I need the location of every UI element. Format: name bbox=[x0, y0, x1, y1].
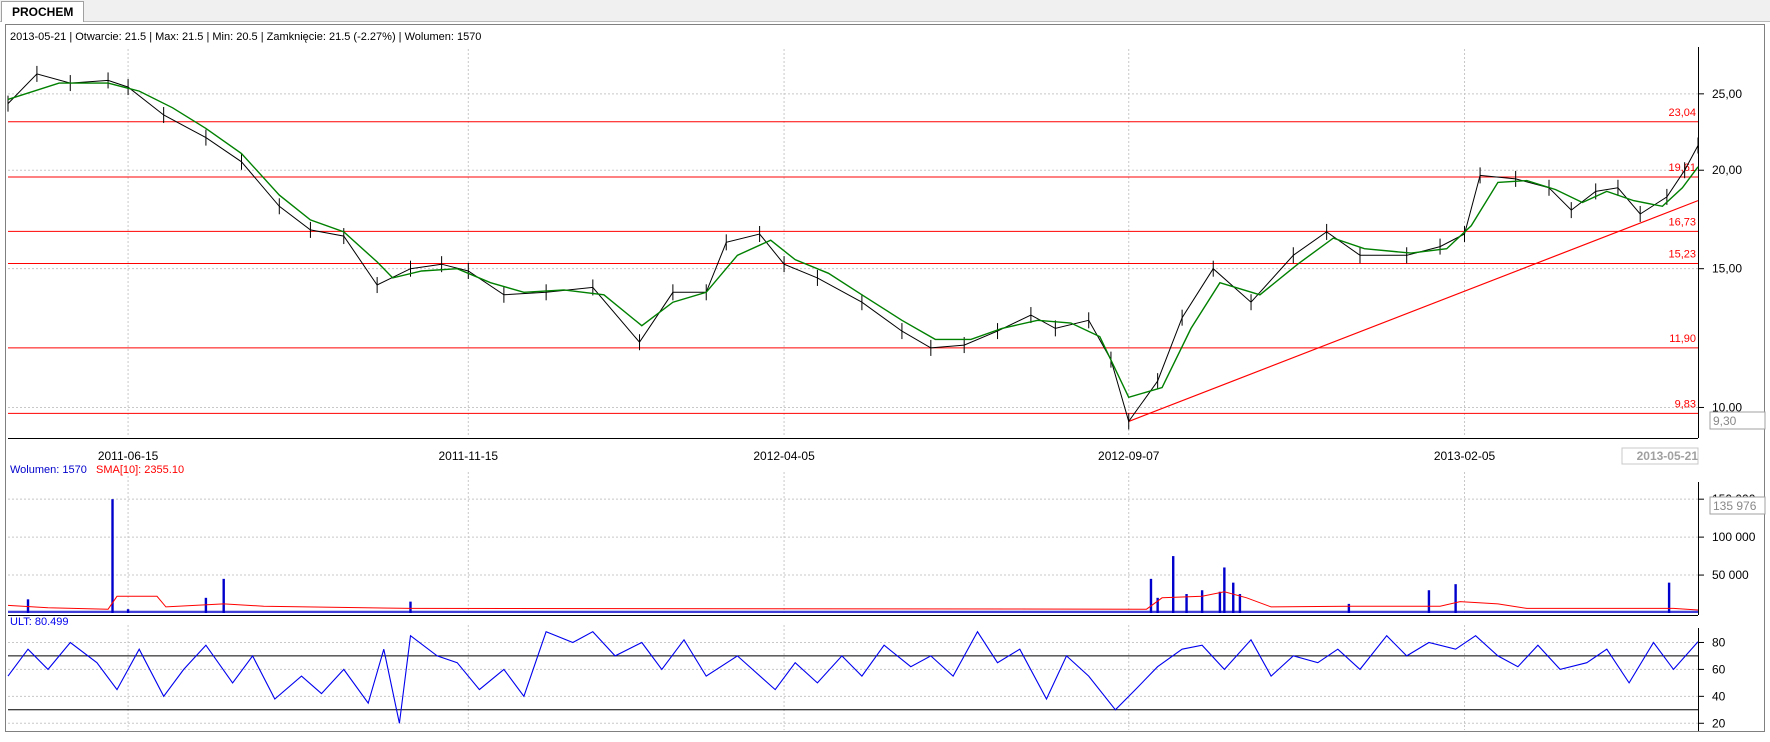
x-last-date-label: 2013-05-21 bbox=[1637, 449, 1699, 463]
chart-frame bbox=[5, 24, 1765, 732]
price-level-label: 11,90 bbox=[1669, 333, 1696, 345]
volume-bar bbox=[1172, 556, 1175, 613]
x-tick-label: 2012-09-07 bbox=[1098, 449, 1160, 463]
ult-label: ULT: 80.499 bbox=[10, 616, 69, 628]
price-level-label: 15,23 bbox=[1668, 248, 1696, 260]
volume-bar bbox=[1200, 590, 1204, 613]
volume-sma-line bbox=[7, 591, 1699, 611]
volume-baseline-band bbox=[8, 610, 1698, 613]
price-level-label: 23,04 bbox=[1668, 107, 1696, 119]
volume-bar bbox=[409, 601, 412, 613]
info-line: 2013-05-21 | Otwarcie: 21.5 | Max: 21.5 … bbox=[10, 31, 481, 43]
ult-y-tick-label: 20 bbox=[1712, 716, 1726, 730]
x-tick-label: 2013-02-05 bbox=[1434, 449, 1496, 463]
price-level-label: 9,83 bbox=[1675, 398, 1696, 410]
volume-bar bbox=[204, 597, 208, 613]
x-tick-label: 2011-11-15 bbox=[438, 449, 498, 463]
volume-y-tick-label: 50 000 bbox=[1712, 568, 1749, 582]
price-level-label: 16,73 bbox=[1668, 216, 1696, 228]
price-y-tick-label: 20,00 bbox=[1712, 163, 1742, 177]
volume-series bbox=[7, 499, 1699, 613]
price-last-value-label: 9,30 bbox=[1713, 414, 1737, 428]
stock-chart-svg: 23,04 19,61 16,73 15,23 11,90 9,83 2011-06-15… bbox=[5, 24, 1766, 732]
volume-bar bbox=[1454, 584, 1457, 613]
y-gridlines bbox=[8, 93, 1698, 724]
volume-bar bbox=[1149, 578, 1153, 613]
volume-bar bbox=[222, 578, 225, 613]
volume-bar bbox=[126, 609, 130, 613]
price-levels: 23,04 19,61 16,73 15,23 11,90 9,83 bbox=[8, 107, 1698, 414]
price-series bbox=[7, 65, 1699, 430]
trendline bbox=[1128, 200, 1699, 422]
ult-y-tick-label: 60 bbox=[1712, 662, 1726, 676]
price-trendline bbox=[1128, 200, 1699, 422]
volume-sma-label: SMA[10]: 2355.10 bbox=[96, 464, 184, 476]
x-tick-label: 2012-04-05 bbox=[753, 449, 815, 463]
ult-y-tick-label: 80 bbox=[1712, 635, 1726, 649]
x-gridlines bbox=[127, 49, 1466, 730]
price-y-tick-label: 15,00 bbox=[1712, 262, 1742, 276]
volume-bar bbox=[1223, 567, 1226, 613]
ult-y-tick-label: 40 bbox=[1712, 689, 1726, 703]
price-y-tick-label: 25,00 bbox=[1712, 87, 1742, 101]
chart-area: 23,04 19,61 16,73 15,23 11,90 9,83 2011-06-15… bbox=[0, 22, 1770, 737]
price-close-line bbox=[7, 73, 1699, 423]
price-level-label: 19,61 bbox=[1668, 162, 1696, 174]
volume-bar bbox=[1218, 591, 1222, 613]
tab-bar: PROCHEM bbox=[0, 0, 1770, 22]
ult-series bbox=[7, 630, 1699, 724]
x-tick-label: 2011-06-15 bbox=[98, 449, 159, 463]
volume-bar bbox=[1232, 582, 1235, 613]
volume-bar bbox=[1238, 594, 1242, 613]
volume-y-tick-label: 100 000 bbox=[1712, 530, 1756, 544]
volume-bar bbox=[111, 499, 114, 613]
price-sma-line bbox=[7, 82, 1699, 399]
tab-prochem[interactable]: PROCHEM bbox=[1, 1, 85, 22]
axis-labels: 2011-06-15 2011-11-15 2012-04-05 2012-09-07… bbox=[98, 87, 1766, 730]
volume-bar bbox=[1347, 603, 1351, 613]
volume-bar bbox=[1427, 590, 1431, 613]
volume-last-value-label: 135 976 bbox=[1713, 499, 1757, 513]
volume-label: Wolumen: 1570 bbox=[10, 464, 87, 476]
